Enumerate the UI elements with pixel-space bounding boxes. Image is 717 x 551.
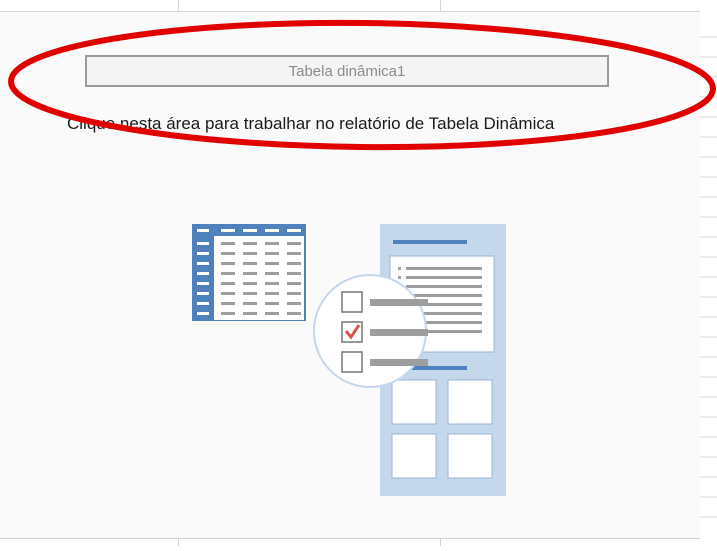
grid-col-line	[440, 0, 441, 12]
pivot-table-name: Tabela dinâmica1	[288, 62, 406, 80]
pivot-instruction-text: Clique nesta área para trabalhar no rela…	[67, 114, 555, 133]
right-row-gutter	[700, 0, 717, 546]
pivot-table-illustration-icon	[192, 224, 506, 496]
grid-col-line	[440, 538, 441, 546]
grid-bottom-line	[0, 538, 717, 539]
grid-col-line	[178, 538, 179, 546]
grid-col-line	[178, 0, 179, 12]
row-gridlines	[700, 36, 717, 518]
pivot-table-name-box[interactable]: Tabela dinâmica1	[85, 55, 609, 87]
source-table-icon	[192, 224, 306, 321]
field-checkbox-magnifier-icon	[313, 274, 428, 388]
